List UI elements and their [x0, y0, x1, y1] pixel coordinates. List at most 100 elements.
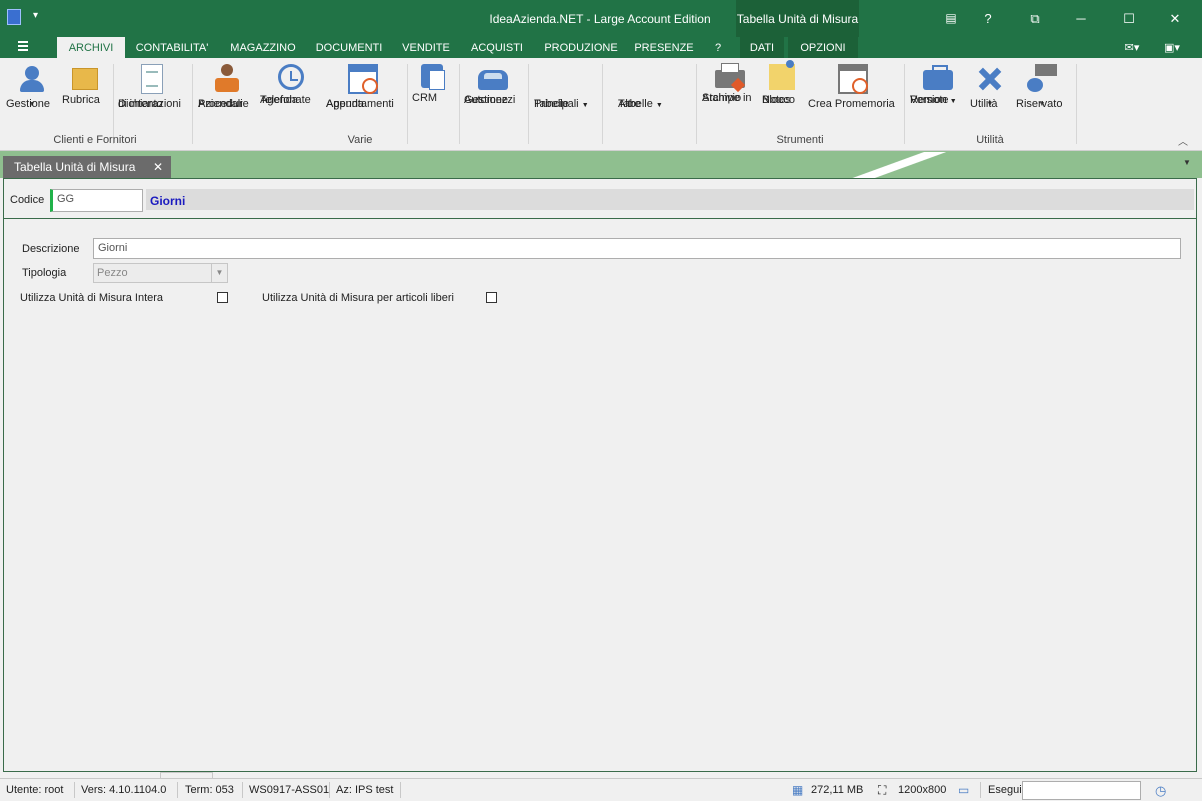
- group-separator: [192, 64, 193, 144]
- crm-button[interactable]: CRM: [412, 62, 452, 104]
- group-separator: [696, 64, 697, 144]
- menu-icon: [18, 41, 28, 51]
- descrizione-input[interactable]: Giorni: [93, 238, 1181, 259]
- status-bar: Utente: root Vers: 4.10.1104.0 Term: 053…: [0, 778, 1202, 801]
- group-separator: [1076, 64, 1077, 144]
- riservato-button[interactable]: Riservato ▼: [1016, 62, 1068, 111]
- ribbon-separator: [113, 64, 114, 144]
- tab-vendite[interactable]: VENDITE: [396, 37, 456, 58]
- tipologia-select[interactable]: Pezzo ▼: [93, 263, 228, 283]
- ribbon-separator: [528, 64, 529, 144]
- rubrica-button[interactable]: Rubrica: [62, 62, 108, 106]
- liberi-checkbox[interactable]: [486, 292, 497, 303]
- tab-list-dropdown-icon[interactable]: ▼: [1183, 158, 1191, 167]
- tab-help[interactable]: ?: [708, 37, 728, 58]
- document-tab-label: Tabella Unità di Misura: [14, 160, 136, 174]
- status-user: Utente: root: [6, 784, 64, 796]
- ribbon-separator: [602, 64, 603, 144]
- tab-acquisti[interactable]: ACQUISTI: [466, 37, 528, 58]
- stampe-label-2: Archivio: [702, 92, 742, 104]
- dichiarazioni-button[interactable]: Dichiarazioni di intento: [118, 62, 186, 110]
- intera-checkbox[interactable]: [217, 292, 228, 303]
- tools-icon: [975, 64, 1005, 94]
- status-company: Az: IPS test: [336, 784, 394, 796]
- agenda-app-label-2: Appuntamenti: [326, 98, 394, 110]
- chevron-down-icon: ▼: [211, 264, 227, 282]
- tab-presenze[interactable]: PRESENZE: [632, 37, 696, 58]
- document-tab[interactable]: Tabella Unità di Misura ✕: [3, 156, 171, 178]
- tab-magazzino[interactable]: MAGAZZINO: [224, 37, 302, 58]
- group-label-utilita: Utilità: [976, 134, 1004, 146]
- help-button[interactable]: ?: [965, 0, 1011, 37]
- status-separator: [177, 782, 178, 798]
- automezzi-button[interactable]: Gestione Automezzi: [464, 62, 522, 106]
- file-menu-button[interactable]: [18, 41, 40, 55]
- collapse-ribbon-icon[interactable]: ︿: [1178, 133, 1188, 148]
- agenda-telefonate-button[interactable]: Agenda Telefonate: [260, 62, 322, 106]
- procedure-button[interactable]: Procedure Aziendali: [198, 62, 256, 110]
- app-icon[interactable]: [7, 9, 21, 25]
- rubrica-label: Rubrica: [62, 94, 100, 106]
- liberi-label: Utilizza Unità di Misura per articoli li…: [262, 292, 454, 304]
- people-icon: [17, 64, 47, 94]
- window-icon[interactable]: ▭: [958, 783, 972, 797]
- tab-documenti[interactable]: DOCUMENTI: [310, 37, 388, 58]
- document-icon: [141, 64, 163, 94]
- blocco-label-2: Notes: [762, 94, 791, 106]
- status-resolution: 1200x800: [898, 784, 947, 796]
- blocco-notes-button[interactable]: Blocco Notes: [762, 60, 802, 106]
- procedure-label-2: Aziendali: [198, 98, 243, 110]
- crea-promemoria-button[interactable]: Crea Promemoria: [808, 62, 898, 110]
- descrizione-label: Descrizione: [22, 243, 80, 255]
- group-label-varie: Varie: [347, 134, 373, 146]
- tabelle-label-2: Principali ▼: [534, 98, 589, 110]
- minimize-button[interactable]: ─: [1058, 0, 1104, 37]
- layout-dropdown-icon[interactable]: ▣▾: [1156, 37, 1188, 58]
- sticky-note-icon: [769, 60, 795, 90]
- tab-contabilita[interactable]: CONTABILITA': [130, 37, 214, 58]
- quick-access-dropdown-icon[interactable]: ▾: [33, 10, 38, 21]
- remote-version-button[interactable]: Remote Version ▼: [910, 62, 966, 106]
- mail-dropdown-icon[interactable]: ✉▾: [1116, 37, 1148, 58]
- status-separator: [329, 782, 330, 798]
- codice-label: Codice: [10, 194, 45, 206]
- close-button[interactable]: ✕: [1152, 0, 1198, 37]
- riservato-label: Riservato: [1016, 98, 1063, 110]
- maximize-button[interactable]: ☐: [1106, 0, 1152, 37]
- title-bar: ▾ IdeaAzienda.NET - Large Account Editio…: [0, 0, 1202, 37]
- esegui-label: Esegui: [988, 784, 1022, 796]
- dichiarazioni-label-2: di intento: [118, 98, 163, 110]
- status-separator: [242, 782, 243, 798]
- automezzi-label-2: Automezzi: [464, 94, 516, 106]
- tab-archivi[interactable]: ARCHIVI: [57, 37, 125, 58]
- ribbon-separator: [407, 64, 408, 144]
- reserved-settings-icon: [1027, 64, 1057, 94]
- status-separator: [980, 782, 981, 798]
- history-clock-icon[interactable]: ◷: [1155, 783, 1169, 798]
- window-title: IdeaAzienda.NET - Large Account Edition: [489, 12, 711, 26]
- restore-ribbon-button[interactable]: ⧉: [1012, 0, 1058, 37]
- status-memory: 272,11 MB: [811, 784, 864, 796]
- tipologia-value: Pezzo: [97, 267, 128, 279]
- codice-input[interactable]: GG: [50, 189, 143, 212]
- agenda-appuntamenti-button[interactable]: Agenda Appuntamenti: [326, 62, 400, 110]
- code-header: Codice GG Giorni: [4, 179, 1196, 219]
- briefcase-icon: [923, 65, 953, 90]
- tab-opzioni[interactable]: OPZIONI: [788, 37, 858, 58]
- intera-label: Utilizza Unità di Misura Intera: [20, 292, 164, 304]
- gestione-button[interactable]: Gestione ▼: [6, 62, 58, 111]
- utilita-label: Utilità: [970, 98, 998, 110]
- esegui-input[interactable]: [1022, 781, 1141, 800]
- tab-dati[interactable]: DATI: [740, 37, 784, 58]
- codice-description: Giorni: [146, 189, 1194, 210]
- status-workstation: WS0917-ASS01: [249, 784, 330, 796]
- stampe-archivio-button[interactable]: Stampe in Archivio: [702, 62, 758, 104]
- utilita-button[interactable]: Utilità ▼: [970, 62, 1010, 111]
- close-tab-icon[interactable]: ✕: [153, 156, 163, 178]
- reminder-calendar-icon: [838, 64, 868, 94]
- tab-produzione[interactable]: PRODUZIONE: [540, 37, 622, 58]
- printer-icon: [715, 63, 745, 88]
- group-label-clienti: Clienti e Fornitori: [53, 134, 137, 146]
- group-label-strumenti: Strumenti: [776, 134, 824, 146]
- status-separator: [74, 782, 75, 798]
